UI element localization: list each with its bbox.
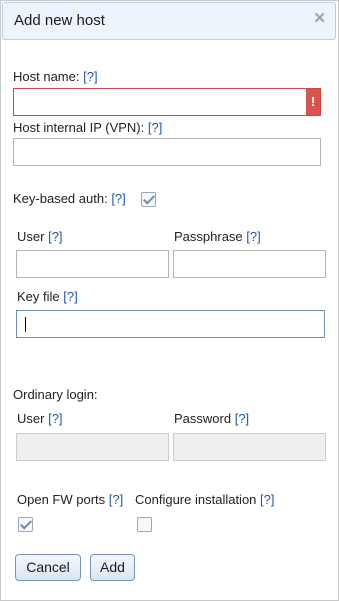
password-input[interactable] — [173, 433, 326, 461]
configure-installation-label: Configure installation [?] — [135, 492, 275, 507]
key-file-help-link[interactable]: [?] — [63, 289, 77, 304]
add-button[interactable]: Add — [90, 554, 135, 581]
host-ip-label: Host internal IP (VPN): [?] — [13, 120, 162, 135]
key-user-label: User [?] — [17, 229, 63, 244]
host-name-label-text: Host name: — [13, 69, 80, 84]
passphrase-input[interactable] — [173, 250, 326, 278]
host-ip-label-text: Host internal IP (VPN): — [13, 120, 145, 135]
dialog-titlebar[interactable]: Add new host ✕ — [2, 2, 336, 40]
passphrase-help-link[interactable]: [?] — [246, 229, 260, 244]
host-name-label: Host name: [?] — [13, 69, 98, 84]
open-fw-ports-help-link[interactable]: [?] — [109, 492, 123, 507]
host-name-help-link[interactable]: [?] — [83, 69, 97, 84]
configure-installation-label-text: Configure installation — [135, 492, 257, 507]
login-user-label-text: User — [17, 411, 45, 426]
open-fw-ports-label: Open FW ports [?] — [17, 492, 123, 507]
key-auth-checkbox[interactable] — [141, 192, 156, 207]
key-file-label: Key file [?] — [17, 289, 78, 304]
open-fw-ports-checkbox[interactable] — [18, 517, 33, 532]
cancel-button[interactable]: Cancel — [15, 554, 81, 581]
ordinary-login-heading: Ordinary login: — [13, 387, 98, 402]
dialog-title: Add new host — [14, 12, 105, 29]
close-icon[interactable]: ✕ — [313, 9, 326, 27]
key-user-help-link[interactable]: [?] — [48, 229, 62, 244]
passphrase-label-text: Passphrase — [174, 229, 243, 244]
key-auth-label-text: Key-based auth: — [13, 191, 108, 206]
login-user-help-link[interactable]: [?] — [48, 411, 62, 426]
add-host-dialog: Add new host ✕ Host name: [?] ! Host int… — [0, 0, 339, 601]
key-file-input[interactable] — [16, 310, 325, 338]
text-caret — [25, 317, 26, 332]
key-user-label-text: User — [17, 229, 45, 244]
error-icon: ! — [306, 89, 320, 115]
configure-installation-help-link[interactable]: [?] — [260, 492, 274, 507]
key-file-label-text: Key file — [17, 289, 60, 304]
password-label: Password [?] — [174, 411, 249, 426]
host-ip-help-link[interactable]: [?] — [148, 120, 162, 135]
key-auth-label: Key-based auth: [?] — [13, 191, 126, 206]
password-label-text: Password — [174, 411, 232, 426]
login-user-label: User [?] — [17, 411, 63, 426]
configure-installation-checkbox[interactable] — [137, 517, 152, 532]
passphrase-label: Passphrase [?] — [174, 229, 261, 244]
password-help-link[interactable]: [?] — [235, 411, 249, 426]
key-auth-help-link[interactable]: [?] — [111, 191, 125, 206]
login-user-input[interactable] — [16, 433, 169, 461]
host-ip-input[interactable] — [13, 138, 321, 166]
key-user-input[interactable] — [16, 250, 169, 278]
host-name-input[interactable]: ! — [13, 88, 321, 116]
open-fw-ports-label-text: Open FW ports — [17, 492, 106, 507]
